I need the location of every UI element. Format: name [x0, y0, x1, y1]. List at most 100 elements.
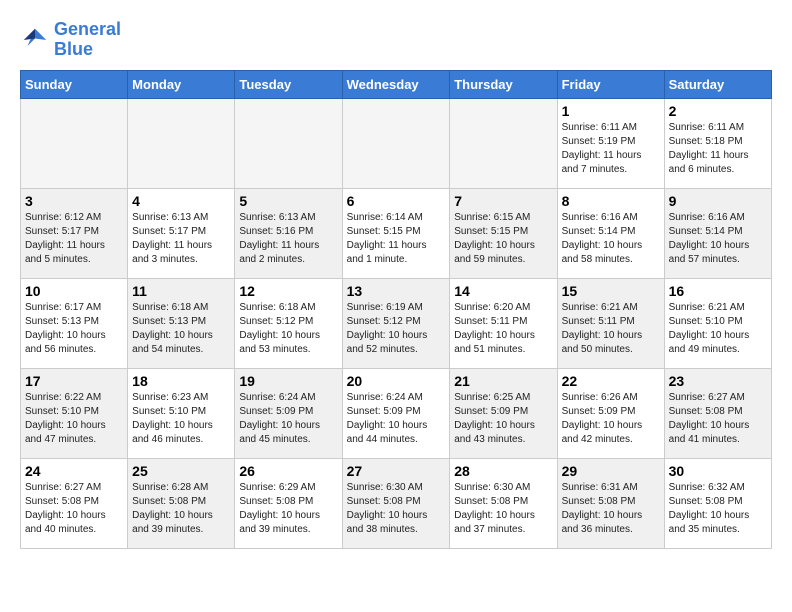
calendar-week-row: 1Sunrise: 6:11 AM Sunset: 5:19 PM Daylig… — [21, 98, 772, 188]
calendar-day-cell: 21 Sunrise: 6:25 AM Sunset: 5:09 PM Dayli… — [450, 368, 557, 458]
day-number: 26 — [239, 463, 337, 479]
day-number: 6 — [347, 193, 446, 209]
day-info: Sunrise: 6:28 AM Sunset: 5:08 PM Dayligh… — [132, 481, 230, 537]
day-info: Sunrise: 6:25 AM Sunset: 5:09 PM Dayligh… — [454, 391, 552, 447]
day-number: 22 — [562, 373, 660, 389]
day-number: 9 — [669, 193, 767, 209]
weekday-header-cell: Saturday — [664, 70, 771, 98]
day-info: Sunrise: 6:21 AM Sunset: 5:11 PM Dayligh… — [562, 301, 660, 357]
calendar: SundayMondayTuesdayWednesdayThursdayFrid… — [20, 70, 772, 549]
calendar-day-cell: 9Sunrise: 6:16 AM Sunset: 5:14 PM Daylig… — [664, 188, 771, 278]
day-number: 21 — [454, 373, 552, 389]
day-info: Sunrise: 6:18 AM Sunset: 5:12 PM Dayligh… — [239, 301, 337, 357]
day-info: Sunrise: 6:13 AM Sunset: 5:17 PM Dayligh… — [132, 211, 230, 267]
calendar-day-cell: 14 Sunrise: 6:20 AM Sunset: 5:11 PM Dayli… — [450, 278, 557, 368]
weekday-header-cell: Thursday — [450, 70, 557, 98]
day-info: Sunrise: 6:31 AM Sunset: 5:08 PM Dayligh… — [562, 481, 660, 537]
weekday-header: SundayMondayTuesdayWednesdayThursdayFrid… — [21, 70, 772, 98]
day-info: Sunrise: 6:29 AM Sunset: 5:08 PM Dayligh… — [239, 481, 337, 537]
day-number: 11 — [132, 283, 230, 299]
day-number: 19 — [239, 373, 337, 389]
calendar-day-cell: 1Sunrise: 6:11 AM Sunset: 5:19 PM Daylig… — [557, 98, 664, 188]
day-number: 1 — [562, 103, 660, 119]
day-info: Sunrise: 6:24 AM Sunset: 5:09 PM Dayligh… — [239, 391, 337, 447]
day-info: Sunrise: 6:30 AM Sunset: 5:08 PM Dayligh… — [347, 481, 446, 537]
day-info: Sunrise: 6:27 AM Sunset: 5:08 PM Dayligh… — [669, 391, 767, 447]
calendar-day-cell: 15 Sunrise: 6:21 AM Sunset: 5:11 PM Dayli… — [557, 278, 664, 368]
calendar-day-cell: 16 Sunrise: 6:21 AM Sunset: 5:10 PM Dayli… — [664, 278, 771, 368]
day-info: Sunrise: 6:24 AM Sunset: 5:09 PM Dayligh… — [347, 391, 446, 447]
calendar-day-cell: 17 Sunrise: 6:22 AM Sunset: 5:10 PM Dayli… — [21, 368, 128, 458]
calendar-day-cell: 10 Sunrise: 6:17 AM Sunset: 5:13 PM Dayli… — [21, 278, 128, 368]
calendar-body: 1Sunrise: 6:11 AM Sunset: 5:19 PM Daylig… — [21, 98, 772, 548]
day-number: 16 — [669, 283, 767, 299]
day-number: 10 — [25, 283, 123, 299]
day-number: 30 — [669, 463, 767, 479]
day-info: Sunrise: 6:21 AM Sunset: 5:10 PM Dayligh… — [669, 301, 767, 357]
calendar-day-cell — [450, 98, 557, 188]
logo: General Blue — [20, 20, 121, 60]
day-info: Sunrise: 6:14 AM Sunset: 5:15 PM Dayligh… — [347, 211, 446, 267]
day-number: 5 — [239, 193, 337, 209]
day-number: 2 — [669, 103, 767, 119]
day-number: 25 — [132, 463, 230, 479]
day-number: 13 — [347, 283, 446, 299]
day-info: Sunrise: 6:23 AM Sunset: 5:10 PM Dayligh… — [132, 391, 230, 447]
calendar-day-cell: 23 Sunrise: 6:27 AM Sunset: 5:08 PM Dayli… — [664, 368, 771, 458]
weekday-header-cell: Wednesday — [342, 70, 450, 98]
day-info: Sunrise: 6:19 AM Sunset: 5:12 PM Dayligh… — [347, 301, 446, 357]
day-info: Sunrise: 6:27 AM Sunset: 5:08 PM Dayligh… — [25, 481, 123, 537]
day-number: 27 — [347, 463, 446, 479]
calendar-week-row: 17 Sunrise: 6:22 AM Sunset: 5:10 PM Dayli… — [21, 368, 772, 458]
calendar-day-cell: 30 Sunrise: 6:32 AM Sunset: 5:08 PM Dayli… — [664, 458, 771, 548]
calendar-week-row: 24 Sunrise: 6:27 AM Sunset: 5:08 PM Dayli… — [21, 458, 772, 548]
day-info: Sunrise: 6:17 AM Sunset: 5:13 PM Dayligh… — [25, 301, 123, 357]
calendar-day-cell: 8 Sunrise: 6:16 AM Sunset: 5:14 PM Daylig… — [557, 188, 664, 278]
calendar-day-cell: 28 Sunrise: 6:30 AM Sunset: 5:08 PM Dayli… — [450, 458, 557, 548]
calendar-week-row: 3 Sunrise: 6:12 AM Sunset: 5:17 PM Daylig… — [21, 188, 772, 278]
calendar-day-cell: 26 Sunrise: 6:29 AM Sunset: 5:08 PM Dayli… — [235, 458, 342, 548]
day-number: 4 — [132, 193, 230, 209]
day-info: Sunrise: 6:22 AM Sunset: 5:10 PM Dayligh… — [25, 391, 123, 447]
day-number: 15 — [562, 283, 660, 299]
calendar-day-cell: 18 Sunrise: 6:23 AM Sunset: 5:10 PM Dayli… — [128, 368, 235, 458]
day-info: Sunrise: 6:11 AM Sunset: 5:18 PM Dayligh… — [669, 121, 767, 177]
calendar-day-cell: 4 Sunrise: 6:13 AM Sunset: 5:17 PM Daylig… — [128, 188, 235, 278]
calendar-day-cell: 25 Sunrise: 6:28 AM Sunset: 5:08 PM Dayli… — [128, 458, 235, 548]
calendar-day-cell: 5 Sunrise: 6:13 AM Sunset: 5:16 PM Daylig… — [235, 188, 342, 278]
weekday-header-cell: Sunday — [21, 70, 128, 98]
calendar-day-cell — [342, 98, 450, 188]
day-number: 3 — [25, 193, 123, 209]
calendar-day-cell — [128, 98, 235, 188]
day-info: Sunrise: 6:20 AM Sunset: 5:11 PM Dayligh… — [454, 301, 552, 357]
weekday-header-cell: Tuesday — [235, 70, 342, 98]
day-number: 8 — [562, 193, 660, 209]
calendar-day-cell: 29 Sunrise: 6:31 AM Sunset: 5:08 PM Dayli… — [557, 458, 664, 548]
logo-text: General Blue — [54, 20, 121, 60]
weekday-header-cell: Monday — [128, 70, 235, 98]
day-number: 20 — [347, 373, 446, 389]
day-number: 28 — [454, 463, 552, 479]
day-number: 29 — [562, 463, 660, 479]
day-number: 14 — [454, 283, 552, 299]
header: General Blue — [20, 20, 772, 60]
day-info: Sunrise: 6:15 AM Sunset: 5:15 PM Dayligh… — [454, 211, 552, 267]
day-number: 24 — [25, 463, 123, 479]
calendar-day-cell: 6 Sunrise: 6:14 AM Sunset: 5:15 PM Daylig… — [342, 188, 450, 278]
calendar-day-cell: 13 Sunrise: 6:19 AM Sunset: 5:12 PM Dayli… — [342, 278, 450, 368]
day-number: 7 — [454, 193, 552, 209]
day-info: Sunrise: 6:13 AM Sunset: 5:16 PM Dayligh… — [239, 211, 337, 267]
day-info: Sunrise: 6:12 AM Sunset: 5:17 PM Dayligh… — [25, 211, 123, 267]
calendar-day-cell: 24 Sunrise: 6:27 AM Sunset: 5:08 PM Dayli… — [21, 458, 128, 548]
day-info: Sunrise: 6:26 AM Sunset: 5:09 PM Dayligh… — [562, 391, 660, 447]
day-info: Sunrise: 6:18 AM Sunset: 5:13 PM Dayligh… — [132, 301, 230, 357]
calendar-day-cell: 7 Sunrise: 6:15 AM Sunset: 5:15 PM Daylig… — [450, 188, 557, 278]
day-info: Sunrise: 6:30 AM Sunset: 5:08 PM Dayligh… — [454, 481, 552, 537]
day-info: Sunrise: 6:16 AM Sunset: 5:14 PM Dayligh… — [562, 211, 660, 267]
day-number: 12 — [239, 283, 337, 299]
day-number: 18 — [132, 373, 230, 389]
day-info: Sunrise: 6:32 AM Sunset: 5:08 PM Dayligh… — [669, 481, 767, 537]
day-number: 23 — [669, 373, 767, 389]
weekday-header-cell: Friday — [557, 70, 664, 98]
day-number: 17 — [25, 373, 123, 389]
